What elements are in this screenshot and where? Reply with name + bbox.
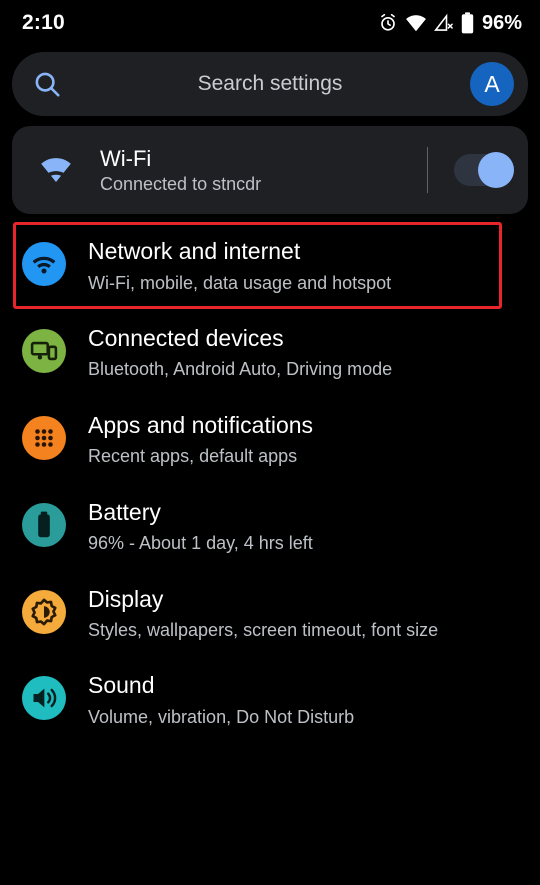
brightness-icon xyxy=(22,589,66,634)
settings-row-title: Connected devices xyxy=(88,324,284,351)
cellular-off-icon xyxy=(434,13,454,33)
battery-icon xyxy=(22,502,66,547)
wifi-card-title: Wi-Fi xyxy=(100,145,152,171)
settings-row-connected-devices[interactable]: Connected devices Bluetooth, Android Aut… xyxy=(0,309,540,396)
apps-grid-icon xyxy=(22,415,66,460)
connected-devices-icon xyxy=(22,328,66,373)
settings-row-text: Battery 96% - About 1 day, 4 hrs left xyxy=(88,499,522,556)
battery-icon xyxy=(461,12,474,34)
settings-row-subtitle: Wi-Fi, mobile, data usage and hotspot xyxy=(88,272,392,293)
divider xyxy=(427,147,428,193)
settings-row-subtitle: Volume, vibration, Do Not Disturb xyxy=(88,707,355,728)
settings-row-subtitle: Recent apps, default apps xyxy=(88,446,298,467)
settings-screen: 2:10 96% Search settings A Wi-Fi Connect… xyxy=(0,0,540,885)
wifi-toggle[interactable] xyxy=(454,152,514,188)
avatar[interactable]: A xyxy=(470,62,514,106)
settings-row-text: Connected devices Bluetooth, Android Aut… xyxy=(88,325,522,382)
settings-row-subtitle: 96% - About 1 day, 4 hrs left xyxy=(88,533,313,554)
wifi-toggle-thumb[interactable] xyxy=(478,152,514,188)
alarm-icon xyxy=(378,13,398,33)
settings-row-network-and-internet[interactable]: Network and internet Wi-Fi, mobile, data… xyxy=(0,222,540,309)
settings-row-apps-and-notifications[interactable]: Apps and notifications Recent apps, defa… xyxy=(0,396,540,483)
battery-percent: 96% xyxy=(481,11,522,34)
wifi-card-text: Wi-Fi Connected to stncdr xyxy=(100,145,427,196)
settings-row-battery[interactable]: Battery 96% - About 1 day, 4 hrs left xyxy=(0,483,540,570)
settings-list: Network and internet Wi-Fi, mobile, data… xyxy=(0,222,540,743)
settings-row-title: Display xyxy=(88,585,164,612)
settings-row-title: Battery xyxy=(88,498,161,525)
wifi-icon xyxy=(34,156,78,184)
search-bar[interactable]: Search settings A xyxy=(12,52,528,116)
network-wifi-icon xyxy=(22,242,66,286)
settings-row-title: Apps and notifications xyxy=(88,411,314,438)
status-clock: 2:10 xyxy=(22,11,65,34)
settings-row-display[interactable]: Display Styles, wallpapers, screen timeo… xyxy=(0,570,540,657)
search-icon[interactable] xyxy=(32,69,62,99)
settings-row-text: Sound Volume, vibration, Do Not Disturb xyxy=(88,672,522,729)
settings-row-title: Network and internet xyxy=(88,238,301,264)
settings-row-subtitle: Styles, wallpapers, screen timeout, font… xyxy=(88,620,439,641)
settings-row-title: Sound xyxy=(88,672,155,699)
settings-row-text: Network and internet Wi-Fi, mobile, data… xyxy=(88,238,522,295)
status-icons: 96% xyxy=(378,12,522,35)
wifi-card-subtitle: Connected to stncdr xyxy=(100,174,262,195)
settings-row-sound[interactable]: Sound Volume, vibration, Do Not Disturb xyxy=(0,656,540,743)
settings-row-text: Display Styles, wallpapers, screen timeo… xyxy=(88,586,522,643)
settings-row-text: Apps and notifications Recent apps, defa… xyxy=(88,412,522,469)
wifi-card[interactable]: Wi-Fi Connected to stncdr xyxy=(12,126,528,214)
volume-icon xyxy=(22,676,66,721)
settings-row-subtitle: Bluetooth, Android Auto, Driving mode xyxy=(88,359,393,380)
search-input-placeholder[interactable]: Search settings xyxy=(12,72,528,96)
wifi-icon xyxy=(405,13,427,33)
status-bar: 2:10 96% xyxy=(0,0,540,46)
